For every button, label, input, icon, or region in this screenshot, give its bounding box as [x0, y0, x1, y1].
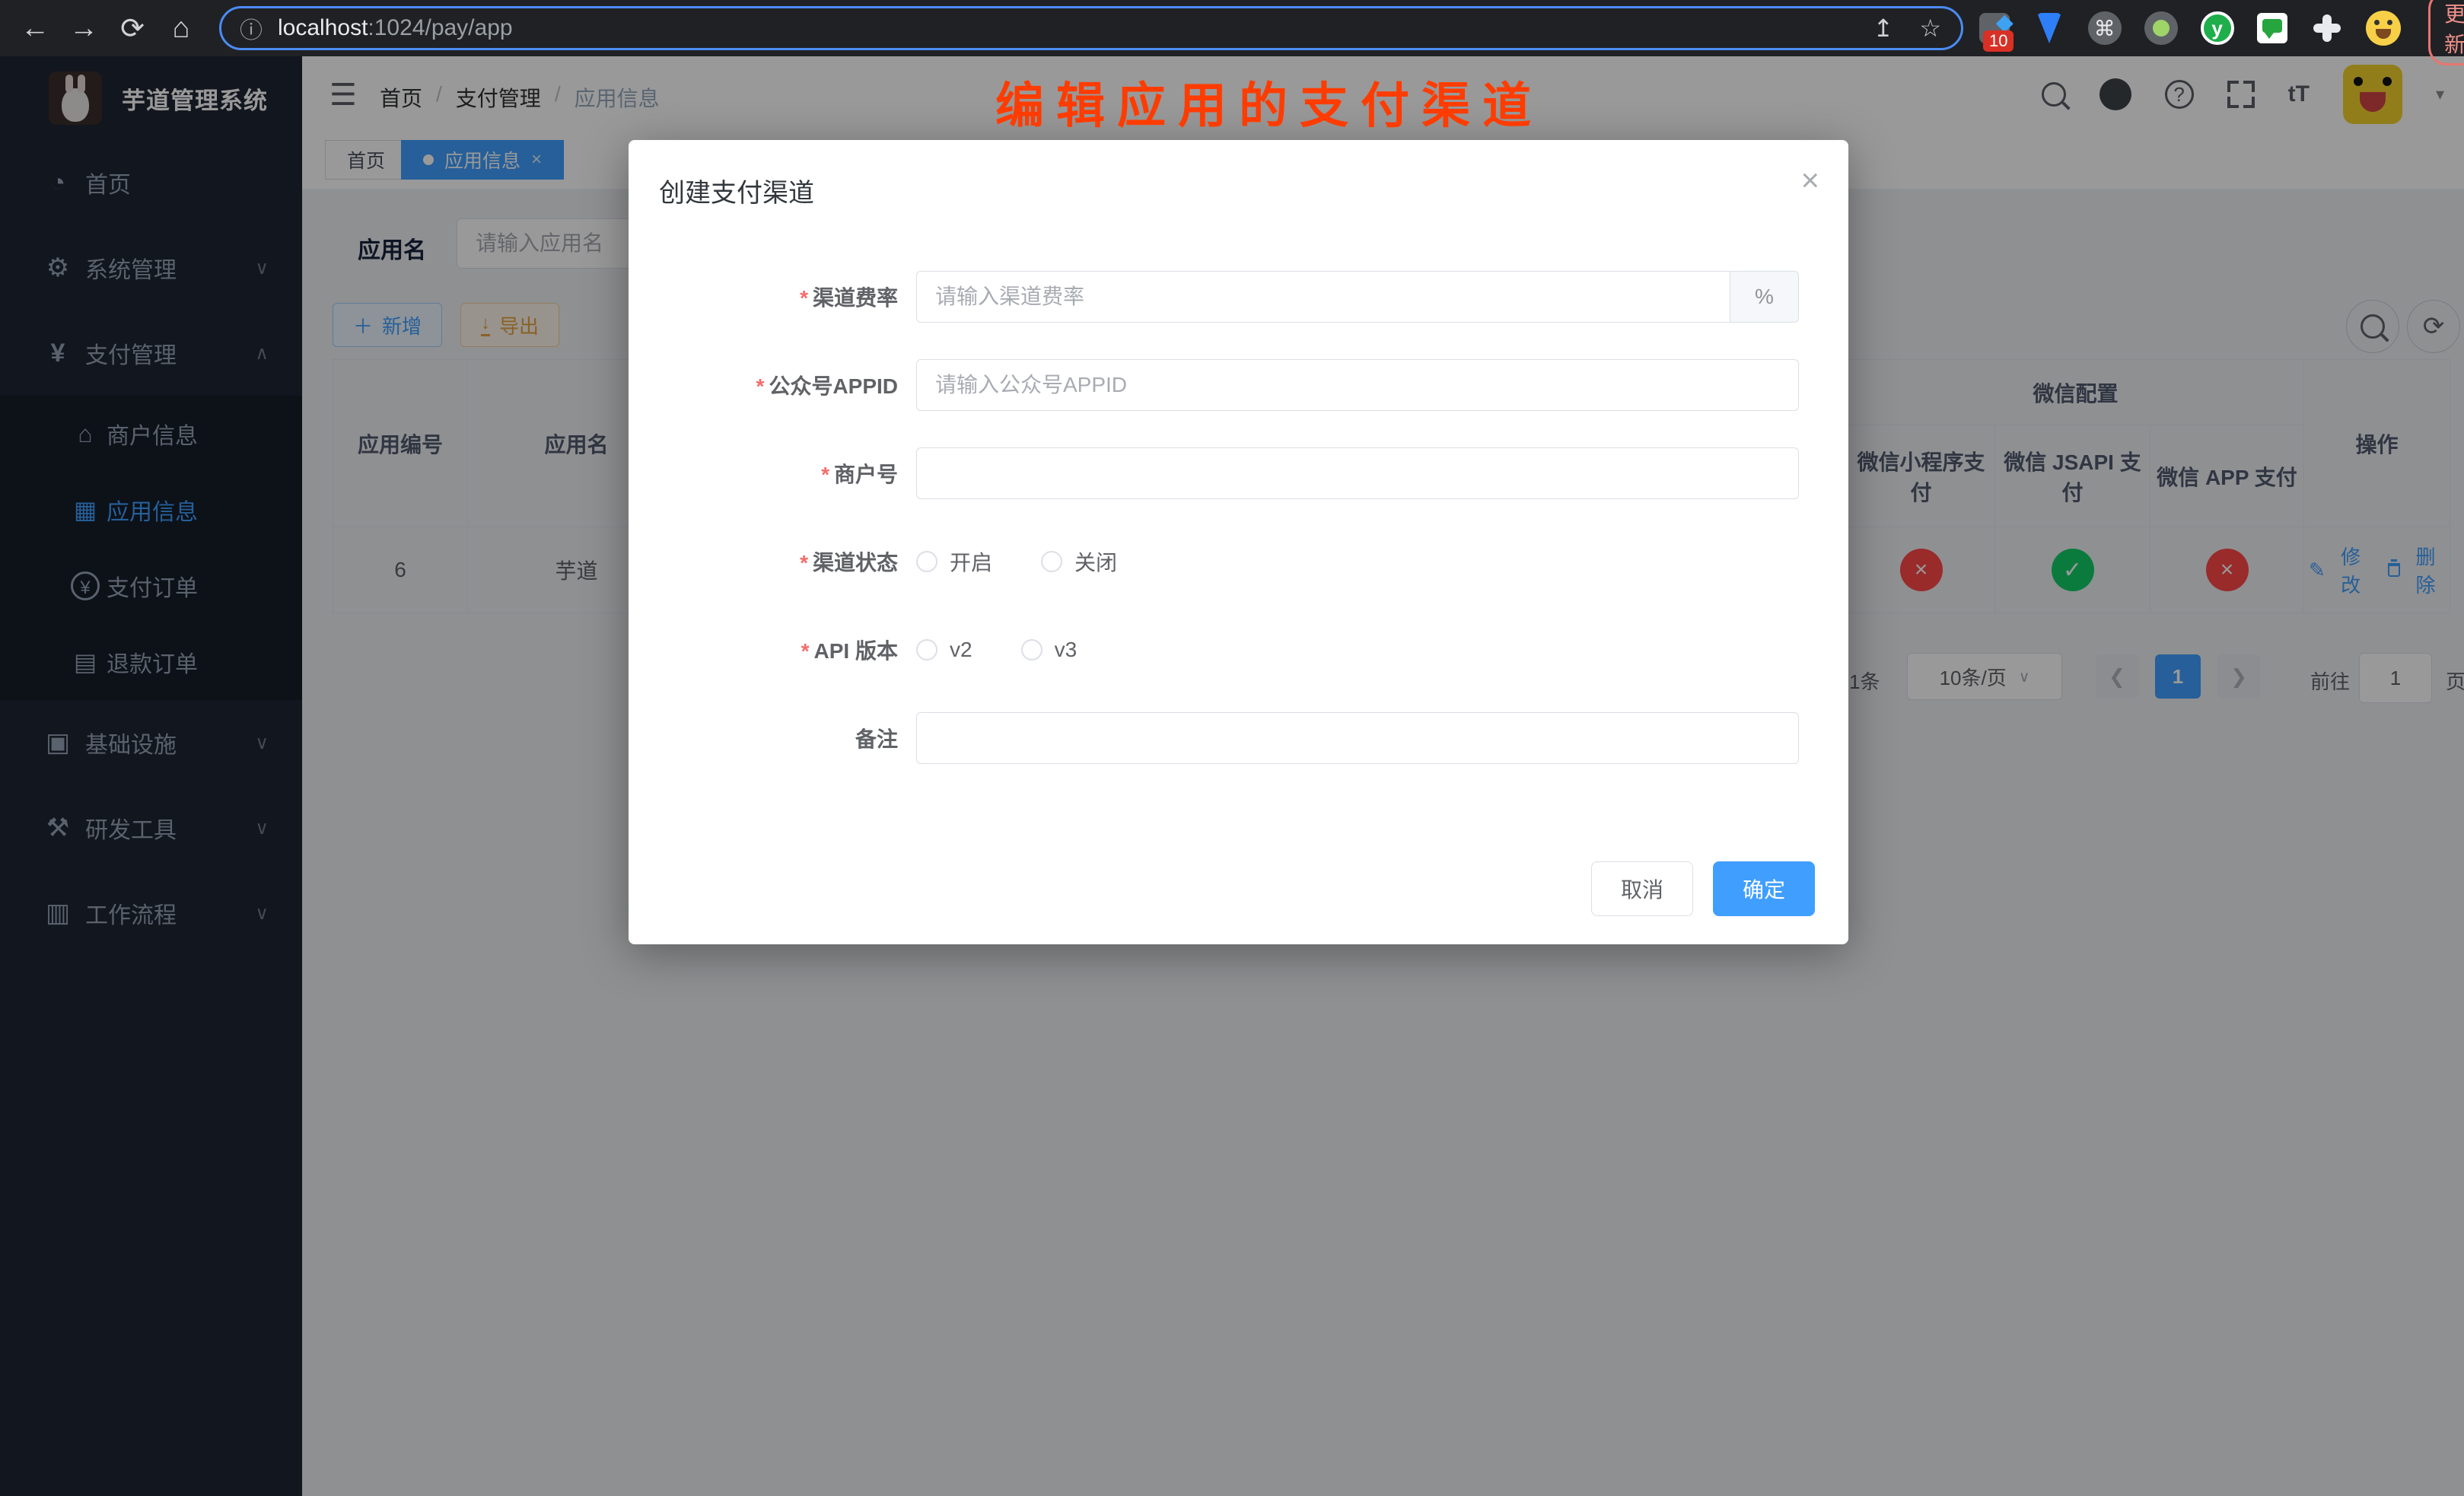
create-payment-channel-dialog: 创建支付渠道 × *渠道费率 % *公众号APPID *商户号: [629, 140, 1848, 944]
extension-badge: 10: [1983, 30, 2014, 52]
extension-y-icon[interactable]: y: [2201, 11, 2234, 46]
browser-forward-icon[interactable]: →: [62, 0, 105, 56]
radio-icon: [916, 639, 938, 660]
form-row-appid: *公众号APPID: [629, 359, 1848, 411]
form-row-merchant-id: *商户号: [629, 447, 1848, 499]
annotation-text: 编辑应用的支付渠道: [995, 67, 1543, 137]
radio-icon: [1041, 551, 1062, 572]
extensions-puzzle-icon[interactable]: [2311, 11, 2343, 46]
extension-command-icon[interactable]: ⌘: [2088, 11, 2122, 46]
screen: ← → ⟳ ⌂ ⓘ localhost :1024/pay/app ↥ ☆ ◆ …: [0, 0, 2464, 1496]
browser-chrome: ← → ⟳ ⌂ ⓘ localhost :1024/pay/app ↥ ☆ ◆ …: [0, 0, 2464, 56]
share-icon[interactable]: ↥: [1873, 14, 1894, 43]
channel-rate-input[interactable]: [916, 271, 1730, 323]
dialog-form: *渠道费率 % *公众号APPID *商户号 *渠道状态: [629, 271, 1848, 801]
radio-icon: [916, 551, 938, 572]
remark-input[interactable]: [916, 712, 1799, 764]
radio-icon: [1021, 639, 1043, 660]
official-account-appid-input[interactable]: [916, 359, 1799, 411]
dialog-footer: 取消 确定: [1591, 861, 1815, 916]
merchant-id-input[interactable]: [916, 447, 1799, 499]
browser-reload-icon[interactable]: ⟳: [111, 0, 154, 56]
form-row-api-version: *API 版本 v2 v3: [629, 624, 1848, 676]
browser-update-button[interactable]: 更新: [2428, 0, 2464, 65]
percent-suffix: %: [1730, 271, 1799, 323]
extension-chat-icon[interactable]: [2257, 11, 2289, 46]
url-host: localhost: [278, 15, 368, 41]
form-row-channel-rate: *渠道费率 %: [629, 271, 1848, 323]
browser-home-icon[interactable]: ⌂: [160, 0, 202, 56]
form-row-remark: 备注: [629, 712, 1848, 764]
bookmark-star-icon[interactable]: ☆: [1919, 14, 1941, 43]
browser-profile-avatar[interactable]: [2366, 11, 2401, 46]
url-path: :1024/pay/app: [368, 15, 512, 41]
extension-kite-icon[interactable]: [2033, 11, 2065, 46]
address-bar[interactable]: ⓘ localhost :1024/pay/app ↥ ☆: [219, 6, 1963, 50]
form-row-channel-status: *渠道状态 开启 关闭: [629, 536, 1848, 587]
cancel-button[interactable]: 取消: [1591, 861, 1693, 916]
extension-diamond-icon[interactable]: ◆ 10: [1979, 11, 2010, 46]
extensions-row: ◆ 10 ⌘ y 更新 ⋮: [1979, 0, 2464, 56]
radio-status-open[interactable]: 开启: [916, 546, 992, 577]
confirm-button[interactable]: 确定: [1713, 861, 1815, 916]
dialog-title: 创建支付渠道: [659, 172, 814, 209]
radio-api-v2[interactable]: v2: [916, 638, 973, 662]
browser-back-icon[interactable]: ←: [14, 0, 56, 56]
site-info-icon[interactable]: ⓘ: [240, 11, 263, 45]
extension-dot-icon[interactable]: [2144, 11, 2178, 46]
radio-api-v3[interactable]: v3: [1021, 638, 1078, 662]
radio-status-closed[interactable]: 关闭: [1041, 546, 1117, 577]
close-icon[interactable]: ×: [1800, 164, 1819, 196]
